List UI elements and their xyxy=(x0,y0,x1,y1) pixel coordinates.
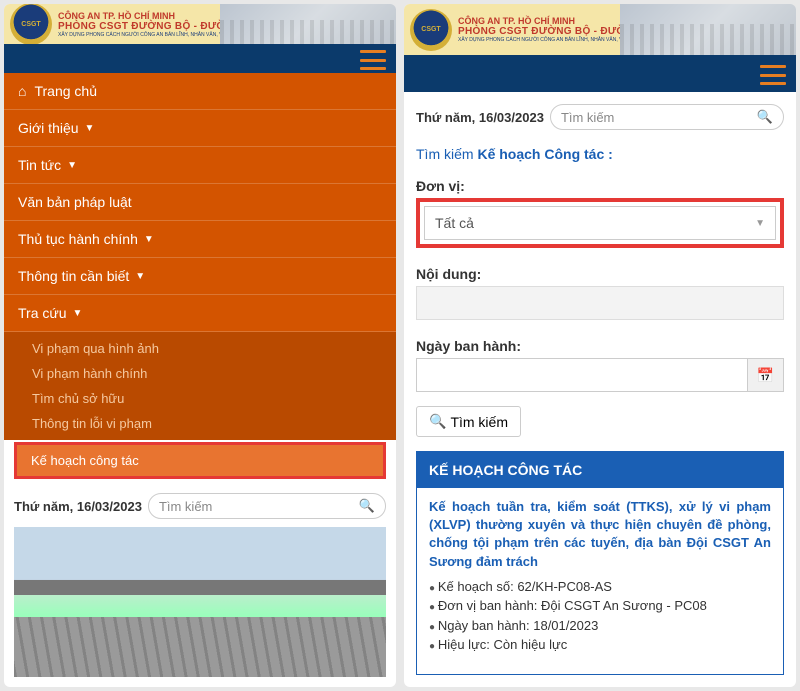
results-panel: KẾ HOẠCH CÔNG TÁC Kế hoạch tuần tra, kiể… xyxy=(416,451,784,675)
unit-select[interactable]: Tất cả ▼ xyxy=(424,206,776,240)
menu-admin-label: Thủ tục hành chính xyxy=(18,231,138,247)
search-input[interactable]: Tìm kiếm 🔍 xyxy=(148,493,386,519)
chevron-down-icon: ▼ xyxy=(67,160,77,171)
sub-violation-info[interactable]: Thông tin lỗi vi phạm xyxy=(32,411,396,436)
banner-photo xyxy=(620,4,796,55)
highlighted-unit-select: Tất cả ▼ xyxy=(416,198,784,248)
unit-select-value: Tất cả xyxy=(435,215,474,231)
menu-news-label: Tin tức xyxy=(18,157,61,173)
current-date: Thứ năm, 16/03/2023 xyxy=(416,110,544,125)
main-menu: Trang chủ Giới thiệu ▼ Tin tức ▼ Văn bản p… xyxy=(4,73,396,440)
content-area: Thứ năm, 16/03/2023 Tìm kiếm 🔍 Tìm kiếm … xyxy=(404,92,796,687)
plan-date: Ngày ban hành: 18/01/2023 xyxy=(429,616,771,636)
panel-title: KẾ HOẠCH CÔNG TÁC xyxy=(417,452,783,488)
sub-admin-violation[interactable]: Vi phạm hành chính xyxy=(32,361,396,386)
search-placeholder: Tìm kiếm xyxy=(561,110,614,125)
right-screenshot: CSGT CÔNG AN TP. HỒ CHÍ MINH PHÒNG CSGT … xyxy=(404,4,796,687)
hamburger-icon[interactable] xyxy=(360,50,386,70)
search-icon: 🔍 xyxy=(359,498,375,514)
menu-legal[interactable]: Văn bản pháp luật xyxy=(4,184,396,221)
menu-intro-label: Giới thiệu xyxy=(18,120,79,136)
menu-info-label: Thông tin cần biết xyxy=(18,268,129,284)
street-photo xyxy=(14,527,386,677)
panel-body: Kế hoạch tuần tra, kiểm soát (TTKS), xử … xyxy=(417,488,783,665)
plan-status: Hiệu lực: Còn hiệu lực xyxy=(429,635,771,655)
search-section-title: Tìm kiếm Kế hoạch Công tác : xyxy=(416,146,784,162)
csgt-logo-icon: CSGT xyxy=(410,9,452,51)
calendar-button[interactable]: 📅 xyxy=(748,358,784,392)
sub-image-violation[interactable]: Vi phạm qua hình ảnh xyxy=(32,336,396,361)
search-icon: 🔍 xyxy=(429,413,446,430)
menu-intro[interactable]: Giới thiệu ▼ xyxy=(4,110,396,147)
plan-title[interactable]: Kế hoạch tuần tra, kiểm soát (TTKS), xử … xyxy=(429,498,771,571)
menu-lookup[interactable]: Tra cứu ▼ xyxy=(4,295,396,332)
date-input-row: 📅 xyxy=(416,358,784,392)
lookup-submenu: Vi phạm qua hình ảnh Vi phạm hành chính … xyxy=(4,332,396,440)
chevron-down-icon: ▼ xyxy=(755,218,765,229)
search-title-prefix: Tìm kiếm xyxy=(416,146,477,162)
banner-photo xyxy=(220,4,396,44)
search-placeholder: Tìm kiếm xyxy=(159,499,212,514)
sub-find-owner[interactable]: Tìm chủ sở hữu xyxy=(32,386,396,411)
search-button-label: Tìm kiếm xyxy=(450,414,508,430)
chevron-down-icon: ▼ xyxy=(85,123,95,134)
content-input[interactable] xyxy=(416,286,784,320)
highlighted-submenu-item[interactable]: Kế hoạch công tác xyxy=(14,442,386,479)
menu-info[interactable]: Thông tin cần biết ▼ xyxy=(4,258,396,295)
menu-home[interactable]: Trang chủ xyxy=(4,73,396,110)
search-input[interactable]: Tìm kiếm 🔍 xyxy=(550,104,784,130)
search-button[interactable]: 🔍 Tìm kiếm xyxy=(416,406,521,437)
content-label: Nội dung: xyxy=(416,266,784,282)
plan-meta: Kế hoạch số: 62/KH-PC08-AS Đơn vị ban hà… xyxy=(429,577,771,655)
menu-admin[interactable]: Thủ tục hành chính ▼ xyxy=(4,221,396,258)
navbar xyxy=(4,47,396,73)
search-icon: 🔍 xyxy=(757,109,773,125)
unit-label: Đơn vị: xyxy=(416,178,784,194)
date-search-row: Thứ năm, 16/03/2023 Tìm kiếm 🔍 xyxy=(4,485,396,527)
csgt-logo-icon: CSGT xyxy=(10,4,52,45)
menu-news[interactable]: Tin tức ▼ xyxy=(4,147,396,184)
plan-number: Kế hoạch số: 62/KH-PC08-AS xyxy=(429,577,771,597)
search-title-bold: Kế hoạch Công tác : xyxy=(477,146,612,162)
header-banner: CSGT CÔNG AN TP. HỒ CHÍ MINH PHÒNG CSGT … xyxy=(4,4,396,47)
chevron-down-icon: ▼ xyxy=(144,234,154,245)
date-search-row: Thứ năm, 16/03/2023 Tìm kiếm 🔍 xyxy=(416,104,784,136)
plan-issuer: Đơn vị ban hành: Đội CSGT An Sương - PC0… xyxy=(429,596,771,616)
issue-date-label: Ngày ban hành: xyxy=(416,338,784,354)
header-banner: CSGT CÔNG AN TP. HỒ CHÍ MINH PHÒNG CSGT … xyxy=(404,4,796,58)
current-date: Thứ năm, 16/03/2023 xyxy=(14,499,142,514)
hamburger-icon[interactable] xyxy=(760,65,786,85)
chevron-down-icon: ▼ xyxy=(73,308,83,319)
calendar-icon: 📅 xyxy=(757,367,774,384)
navbar xyxy=(404,58,796,92)
left-screenshot: CSGT CÔNG AN TP. HỒ CHÍ MINH PHÒNG CSGT … xyxy=(4,4,396,687)
date-input[interactable] xyxy=(416,358,748,392)
chevron-down-icon: ▼ xyxy=(135,271,145,282)
menu-lookup-label: Tra cứu xyxy=(18,305,67,321)
